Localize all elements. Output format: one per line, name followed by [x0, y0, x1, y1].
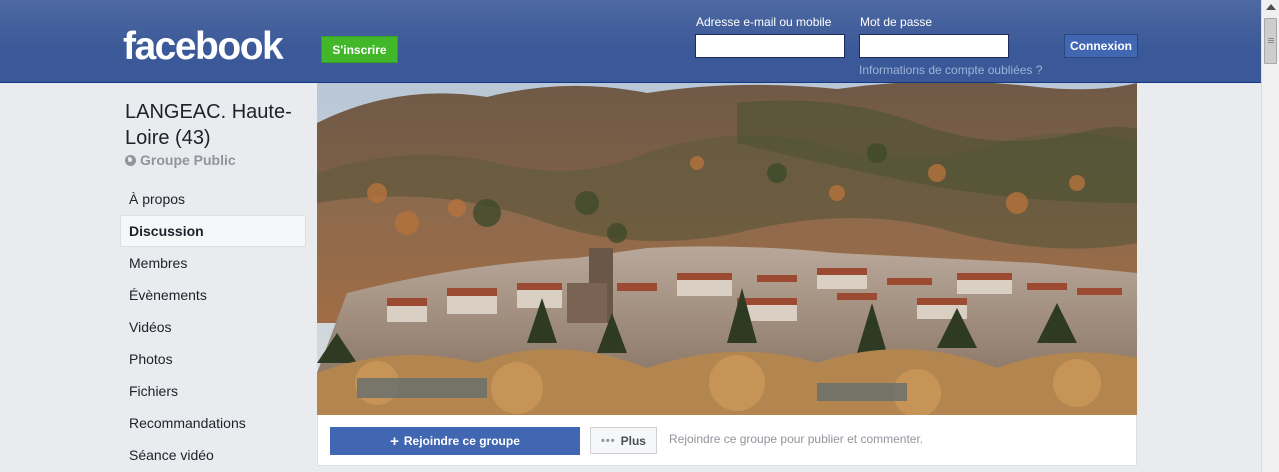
scroll-up-icon[interactable]: [1266, 4, 1276, 10]
nav-item-members[interactable]: Membres: [120, 247, 306, 279]
password-input[interactable]: [859, 34, 1009, 58]
nav-item-photos[interactable]: Photos: [120, 343, 306, 375]
facebook-logo[interactable]: facebook: [123, 24, 284, 70]
globe-icon: [125, 154, 136, 166]
forgot-account-link[interactable]: Informations de compte oubliées ?: [859, 63, 1042, 77]
nav-item-videos[interactable]: Vidéos: [120, 311, 306, 343]
group-type: Groupe Public: [125, 152, 236, 168]
group-type-label: Groupe Public: [140, 152, 236, 168]
join-hint: Rejoindre ce groupe pour publier et comm…: [669, 432, 924, 446]
cover-photo[interactable]: [317, 83, 1137, 415]
plus-icon: +: [390, 432, 399, 450]
email-input[interactable]: [695, 34, 845, 58]
signup-button[interactable]: S'inscrire: [321, 36, 398, 63]
group-action-bar: + Rejoindre ce groupe ••• Plus Rejoindre…: [317, 415, 1137, 466]
login-button[interactable]: Connexion: [1064, 34, 1138, 58]
email-label: Adresse e-mail ou mobile: [696, 15, 832, 29]
scroll-thumb[interactable]: [1264, 18, 1277, 64]
more-dots-icon: •••: [601, 434, 616, 447]
join-group-label: Rejoindre ce groupe: [403, 434, 520, 448]
join-group-button[interactable]: + Rejoindre ce groupe: [330, 427, 580, 455]
nav-item-discussion[interactable]: Discussion: [120, 215, 306, 247]
group-title[interactable]: LANGEAC. Haute-Loire (43): [125, 99, 305, 151]
group-nav: À propos Discussion Membres Évènements V…: [120, 183, 306, 471]
nav-item-about[interactable]: À propos: [120, 183, 306, 215]
more-button[interactable]: ••• Plus: [590, 427, 657, 454]
vertical-scrollbar[interactable]: [1261, 0, 1279, 472]
more-label: Plus: [620, 433, 646, 448]
nav-item-watch-party[interactable]: Séance vidéo: [120, 439, 306, 471]
nav-item-events[interactable]: Évènements: [120, 279, 306, 311]
password-label: Mot de passe: [860, 15, 933, 29]
nav-item-recommendations[interactable]: Recommandations: [120, 407, 306, 439]
top-bar: facebook S'inscrire Adresse e-mail ou mo…: [0, 0, 1261, 83]
nav-item-files[interactable]: Fichiers: [120, 375, 306, 407]
